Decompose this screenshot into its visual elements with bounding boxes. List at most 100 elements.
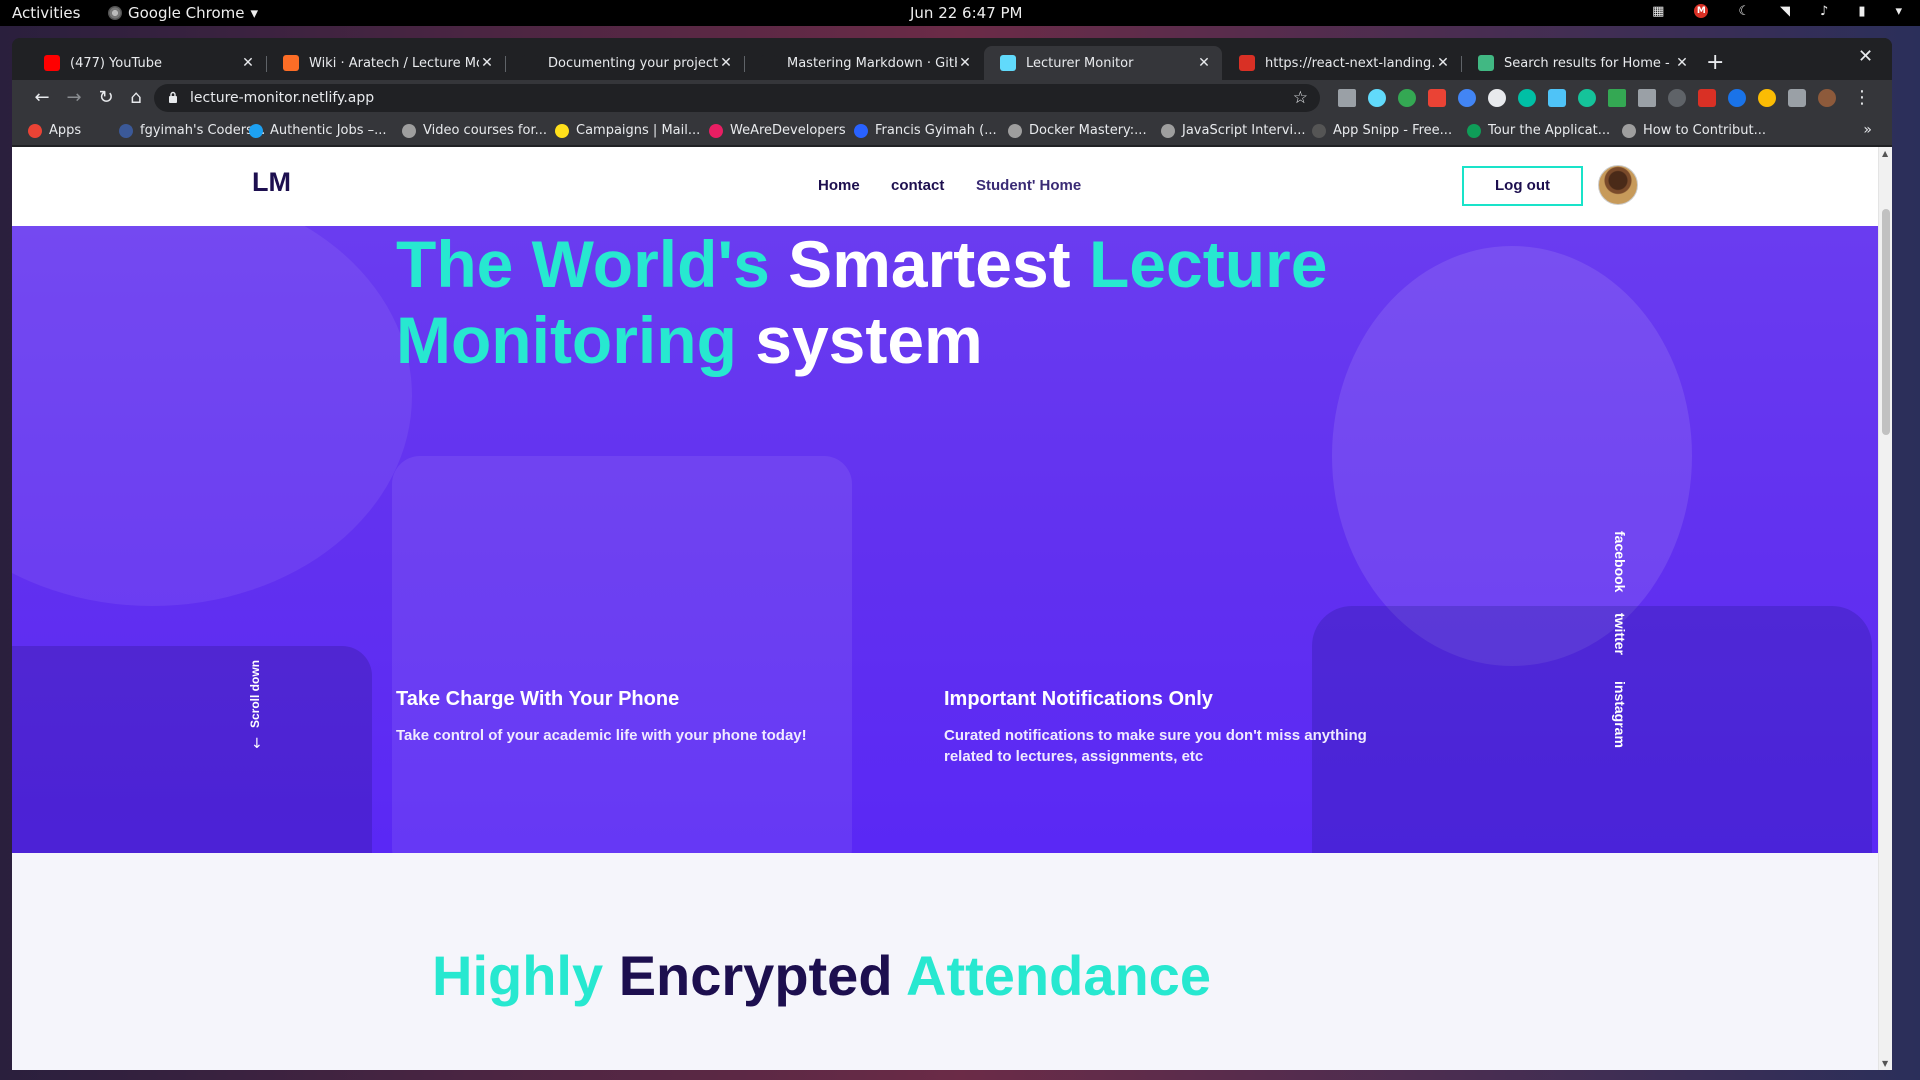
site-logo[interactable]: LM <box>252 167 291 198</box>
activities-button[interactable]: Activities <box>12 4 80 22</box>
home-button[interactable]: ⌂ <box>124 86 148 110</box>
g-extension-icon[interactable] <box>1578 89 1596 107</box>
window-close-button[interactable]: ✕ <box>1858 46 1873 67</box>
chrome-menu-button[interactable]: ⋮ <box>1850 86 1874 110</box>
m-extension-icon[interactable] <box>1518 89 1536 107</box>
page-scrollbar[interactable]: ▲ ▼ <box>1878 147 1892 1070</box>
url-text: lecture-monitor.netlify.app <box>190 90 375 106</box>
scroll-up-arrow[interactable]: ▲ <box>1882 149 1888 158</box>
bookmark-item[interactable]: fgyimah's Coders... <box>119 123 265 138</box>
new-tab-button[interactable]: + <box>1706 50 1724 75</box>
scroll-down-arrow[interactable]: ▼ <box>1882 1059 1888 1068</box>
tab-close-icon[interactable]: ✕ <box>1435 55 1451 71</box>
address-bar[interactable]: lecture-monitor.netlify.app ☆ <box>154 84 1320 112</box>
app-name: Google Chrome <box>128 4 245 22</box>
bookmark-star-icon[interactable]: ☆ <box>1293 88 1308 108</box>
tab-title: Search results for Home - Flatsome <box>1504 55 1674 71</box>
hero-photo-laptop <box>392 456 852 853</box>
tab-close-icon[interactable]: ✕ <box>479 55 495 71</box>
feature-card: Important Notifications Only Curated not… <box>944 688 1404 767</box>
nav-link-contact[interactable]: contact <box>891 177 944 194</box>
browser-tab[interactable]: (477) YouTube ✕ <box>28 46 266 80</box>
gmail-extension-icon[interactable] <box>1698 89 1716 107</box>
site-navbar: LM Home contact Student' Home Log out <box>12 147 1878 226</box>
profile-avatar[interactable] <box>1818 89 1836 107</box>
gitlab-icon <box>283 55 299 71</box>
feature-text: Take control of your academic life with … <box>396 727 807 744</box>
bookmark-item[interactable]: App Snipp - Free... <box>1312 123 1452 138</box>
clock[interactable]: Jun 22 6:47 PM <box>910 4 1023 22</box>
hexagon-extension-icon[interactable] <box>1458 89 1476 107</box>
bracket-extension-icon[interactable] <box>1668 89 1686 107</box>
hero-photo-window <box>12 226 412 606</box>
bookmark-label: Francis Gyimah (... <box>875 123 997 138</box>
reload-button[interactable]: ↻ <box>94 86 118 110</box>
bookmark-item[interactable]: Docker Mastery:... <box>1008 123 1147 138</box>
grammarly-extension-icon[interactable] <box>1398 89 1416 107</box>
workspace-icon[interactable]: ▦ <box>1652 4 1664 19</box>
social-link-facebook[interactable]: facebook <box>1612 531 1628 592</box>
tab-close-icon[interactable]: ✕ <box>1674 55 1690 71</box>
tab-close-icon[interactable]: ✕ <box>957 55 973 71</box>
section-title: Highly Encrypted Attendance <box>432 944 1211 1007</box>
bookmark-label: WeAreDevelopers <box>730 123 846 138</box>
bookmark-item[interactable]: Francis Gyimah (... <box>854 123 997 138</box>
colorful-extension-icon[interactable] <box>1758 89 1776 107</box>
tab-separator <box>266 56 267 72</box>
nav-link-home[interactable]: Home <box>818 177 860 194</box>
browser-tab[interactable]: Mastering Markdown · GitHub✕ <box>745 46 983 80</box>
tab-title: Mastering Markdown · GitHub <box>787 55 957 71</box>
globe-icon <box>1008 123 1022 138</box>
bookmarks-bar: Apps fgyimah's Coders... Authentic Jobs –.… <box>12 116 1892 146</box>
bookmark-item[interactable]: Authentic Jobs –... <box>249 123 387 138</box>
browser-tab[interactable]: https://react-next-landing.redq.io✕ <box>1223 46 1461 80</box>
bookmark-item[interactable]: How to Contribut... <box>1622 123 1766 138</box>
bookmark-label: Docker Mastery:... <box>1029 123 1147 138</box>
hero-photo-laptop-left <box>12 646 372 853</box>
puzzle-extensions-icon[interactable] <box>1788 89 1806 107</box>
tab-strip: (477) YouTube ✕ Wiki · Aratech / Lecture M… <box>12 38 1892 80</box>
github-icon <box>522 55 538 71</box>
bookmark-item[interactable]: JavaScript Intervi... <box>1161 123 1306 138</box>
react-devtools-extension-icon[interactable] <box>1368 89 1386 107</box>
browser-tab[interactable]: Search results for Home - Flatsome✕ <box>1462 46 1700 80</box>
tab-close-icon[interactable]: ✕ <box>240 55 256 71</box>
social-link-twitter[interactable]: twitter <box>1612 613 1628 655</box>
globe-icon <box>1622 123 1636 138</box>
back-button[interactable]: ← <box>30 86 54 110</box>
tab-close-icon[interactable]: ✕ <box>718 55 734 71</box>
logout-button[interactable]: Log out <box>1462 166 1583 206</box>
system-tray[interactable]: ▦ M ☾ ◥ ♪ ▮ ▾ <box>1652 4 1902 19</box>
plane-extension-icon[interactable] <box>1548 89 1566 107</box>
browser-tab[interactable]: Documenting your projects on GitHub✕ <box>506 46 744 80</box>
bookmark-item[interactable]: WeAreDevelopers <box>709 123 846 138</box>
bookmarks-overflow-button[interactable]: » <box>1863 122 1872 138</box>
todo-extension-icon[interactable] <box>1428 89 1446 107</box>
pen-extension-icon[interactable] <box>1608 89 1626 107</box>
function-extension-icon[interactable] <box>1638 89 1656 107</box>
user-avatar[interactable] <box>1598 165 1638 205</box>
bookmark-item[interactable]: Tour the Applicat... <box>1467 123 1610 138</box>
globe-icon <box>402 123 416 138</box>
social-link-instagram[interactable]: instagram <box>1612 681 1628 748</box>
browser-tab[interactable]: Wiki · Aratech / Lecture Monitoring✕ <box>267 46 505 80</box>
scrollbar-thumb[interactable] <box>1882 209 1890 435</box>
bookmark-item[interactable]: Campaigns | Mail... <box>555 123 700 138</box>
tab-close-icon[interactable]: ✕ <box>1196 55 1212 71</box>
globe-icon <box>249 123 263 138</box>
gmail-tray-icon[interactable]: M <box>1694 4 1709 18</box>
app-menu[interactable]: Google Chrome ▾ <box>108 4 258 22</box>
circle-extension-icon[interactable] <box>1488 89 1506 107</box>
bookmark-item[interactable]: Video courses for... <box>402 123 547 138</box>
scroll-down-link[interactable]: Scroll down ↓ <box>248 656 272 776</box>
forward-button[interactable]: → <box>62 86 86 110</box>
page-viewport[interactable]: LM Home contact Student' Home Log out Th… <box>12 147 1892 1070</box>
scroll-down-label: Scroll down <box>248 659 262 728</box>
browser-tab[interactable]: Lecturer Monitor ✕ <box>984 46 1222 80</box>
chevron-down-icon: ▾ <box>250 4 259 22</box>
power-menu-icon[interactable]: ▾ <box>1895 4 1902 19</box>
bookmark-item[interactable]: Apps <box>28 123 81 138</box>
shield-extension-icon[interactable] <box>1728 89 1746 107</box>
vue-devtools-extension-icon[interactable] <box>1338 89 1356 107</box>
nav-link-student-home[interactable]: Student' Home <box>976 177 1081 194</box>
